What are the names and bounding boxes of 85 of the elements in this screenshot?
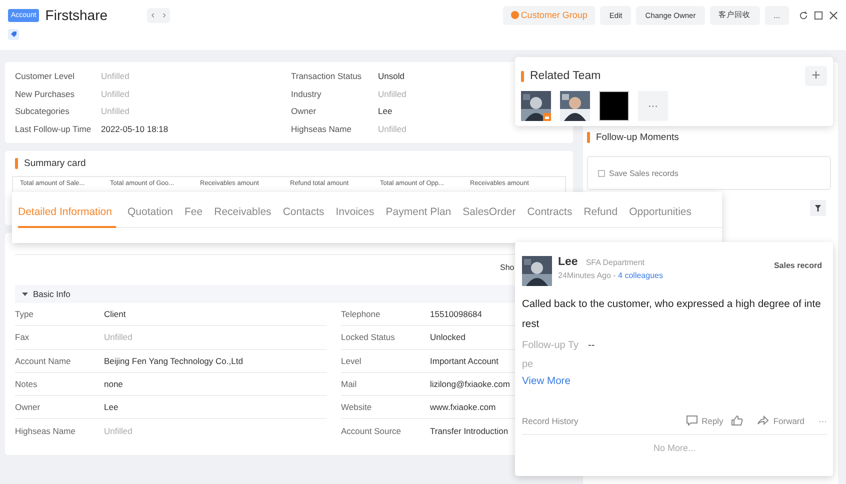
field-value: Unfilled	[378, 88, 406, 100]
colleagues-link[interactable]: 4 colleagues	[618, 271, 663, 280]
tab[interactable]: Quotation	[127, 206, 174, 228]
tab[interactable]: Payment Plan	[386, 206, 452, 228]
section-title: Follow-up Moments	[587, 132, 831, 143]
post-time: 24Minutes Ago - 4 colleagues	[558, 271, 664, 280]
field-label: Website	[341, 396, 430, 420]
field-label: Highseas Name	[15, 425, 76, 438]
more-members-button[interactable]: ···	[638, 91, 668, 121]
field-value: Beijing Fen Yang Technology Co.,Ltd	[104, 350, 327, 373]
avatar[interactable]	[599, 91, 629, 121]
field-label: Follow-up Type	[522, 339, 580, 372]
filter-icon[interactable]	[810, 200, 826, 216]
field-label: Subcategories	[15, 105, 70, 118]
tab[interactable]: Opportunities	[629, 206, 692, 228]
comment-icon	[686, 415, 698, 426]
field-value: Lee	[104, 396, 327, 420]
tab[interactable]: Detailed Information	[18, 206, 116, 228]
department-label: SFA Department	[586, 258, 645, 267]
section-title: Basic Info	[33, 289, 70, 299]
forward-button[interactable]: Forward	[757, 415, 804, 426]
record-input[interactable]: Save Sales records	[587, 156, 831, 190]
maximize-icon[interactable]	[814, 10, 823, 20]
field-value: Unfilled	[101, 70, 130, 82]
field-value: Transfer Introduction	[430, 425, 510, 438]
end-of-list-label: No More...	[652, 443, 696, 453]
field-label: Industry	[291, 88, 322, 100]
field-label: Highseas Name	[291, 122, 352, 135]
field-label: Type	[15, 303, 104, 326]
field-value: Unsold	[378, 70, 404, 82]
author-name[interactable]: Lee	[558, 256, 578, 268]
field-label: Account Name	[15, 350, 104, 373]
show-link[interactable]: Sho	[500, 263, 514, 272]
field-label: Transaction Status	[291, 70, 362, 82]
post-text: Called back to the customer, who expressed a high degree of interest	[522, 298, 822, 332]
field-value: --	[588, 339, 595, 353]
reply-button[interactable]: Reply	[686, 415, 724, 426]
share-arrow-icon	[757, 415, 770, 426]
tab[interactable]: Invoices	[336, 206, 374, 228]
previous-button[interactable]: ‹	[147, 10, 159, 20]
field-label: New Purchases	[15, 88, 75, 100]
section-header[interactable]: Basic Info	[15, 285, 515, 303]
close-icon[interactable]	[829, 10, 838, 20]
field-label: Mail	[341, 372, 430, 396]
tab[interactable]: Refund	[584, 206, 618, 228]
field-label: Customer Level	[15, 70, 75, 82]
field-value: Lee	[378, 105, 392, 118]
next-button[interactable]: ›	[158, 10, 170, 20]
add-member-button[interactable]: +	[805, 66, 827, 86]
field-label: Owner	[291, 105, 316, 118]
section-title: Related Team	[521, 70, 601, 82]
record-type: Sales record	[774, 260, 823, 272]
view-more-link[interactable]: View More	[522, 376, 827, 387]
group-icon	[510, 11, 519, 19]
more-button[interactable]: ···	[818, 416, 827, 426]
field-label: Level	[341, 350, 430, 373]
record-history-link[interactable]: Record History	[522, 416, 678, 426]
tag-icon[interactable]	[8, 29, 19, 40]
thumbs-up-icon[interactable]	[731, 415, 744, 426]
field-label: Last Follow-up Time	[15, 122, 92, 135]
tab[interactable]: Contracts	[527, 206, 572, 228]
tab[interactable]: Receivables	[214, 206, 272, 228]
record-title: Firstshare	[45, 7, 109, 23]
caret-icon[interactable]	[22, 291, 28, 297]
field-value: Unfilled	[101, 105, 130, 118]
field-label: Owner	[15, 396, 104, 420]
field-value: Client	[104, 303, 327, 326]
field-label: Locked Status	[341, 326, 430, 350]
field-label: Telephone	[341, 303, 430, 326]
field-value: none	[104, 372, 327, 396]
customer-group-button[interactable]: Customer Group	[502, 6, 596, 24]
field-value: Unfilled	[104, 425, 134, 438]
field-value: Unfilled	[104, 326, 327, 350]
tab[interactable]: SalesOrder	[462, 206, 516, 228]
tab[interactable]: Fee	[184, 206, 203, 228]
field-value: 2022-05-10 18:18	[101, 122, 168, 135]
field-label: Notes	[15, 372, 104, 396]
refresh-icon[interactable]	[799, 10, 808, 20]
field-value: Unfilled	[101, 88, 130, 100]
field-value: Unfilled	[378, 122, 406, 135]
field-label: Fax	[15, 326, 104, 350]
edit-icon	[598, 170, 605, 176]
section-title: Summary card	[15, 158, 566, 169]
field-label: Account Source	[341, 425, 402, 438]
tab[interactable]: Contacts	[282, 206, 324, 228]
